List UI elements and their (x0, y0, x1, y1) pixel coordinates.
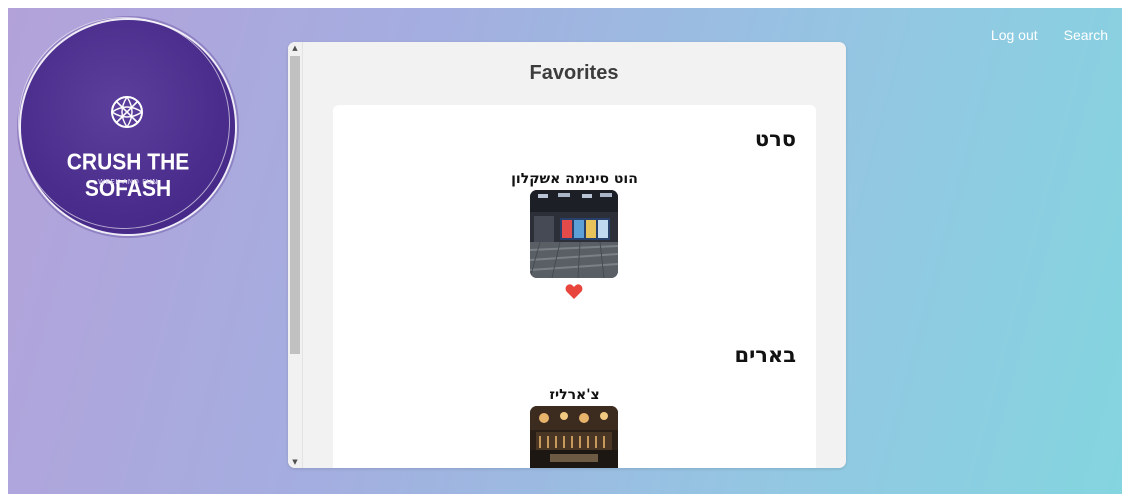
logout-link[interactable]: Log out (991, 27, 1038, 43)
gradient-background: CRUSH THE SOFASH WEEK-AND FUN Log out Se… (8, 8, 1122, 494)
panel-scrollbar[interactable]: ▲ ▼ (288, 42, 303, 468)
section-title: בארים (734, 343, 796, 367)
scroll-up-arrow-icon[interactable]: ▲ (288, 42, 302, 54)
scroll-thumb[interactable] (290, 56, 300, 354)
item-name[interactable]: צ'ארליז (333, 387, 816, 403)
section-title: סרט (754, 127, 796, 151)
panel-title: Favorites (529, 62, 619, 84)
favorites-card: סרט הוט סינימה אשקלון בארים צ'ארליז (333, 105, 816, 468)
item-name[interactable]: הוט סינימה אשקלון (333, 171, 816, 187)
logo-title: CRUSH THE SOFASH (66, 149, 190, 202)
page: CRUSH THE SOFASH WEEK-AND FUN Log out Se… (0, 0, 1122, 494)
item-image-bar[interactable] (530, 406, 618, 468)
brand-logo[interactable]: CRUSH THE SOFASH WEEK-AND FUN (21, 20, 235, 234)
favorite-heart-icon[interactable] (565, 283, 583, 300)
scroll-down-arrow-icon[interactable]: ▼ (288, 456, 302, 468)
search-link[interactable]: Search (1064, 27, 1108, 43)
logo-subtitle: WEEK-AND FUN (97, 178, 159, 186)
top-nav: Log out Search (991, 27, 1108, 43)
favorites-panel: ▲ ▼ Favorites סרט הוט סינימה אשקלון בארי… (288, 42, 846, 468)
globe-lines-icon (110, 95, 144, 129)
item-image-cinema[interactable] (530, 190, 618, 278)
